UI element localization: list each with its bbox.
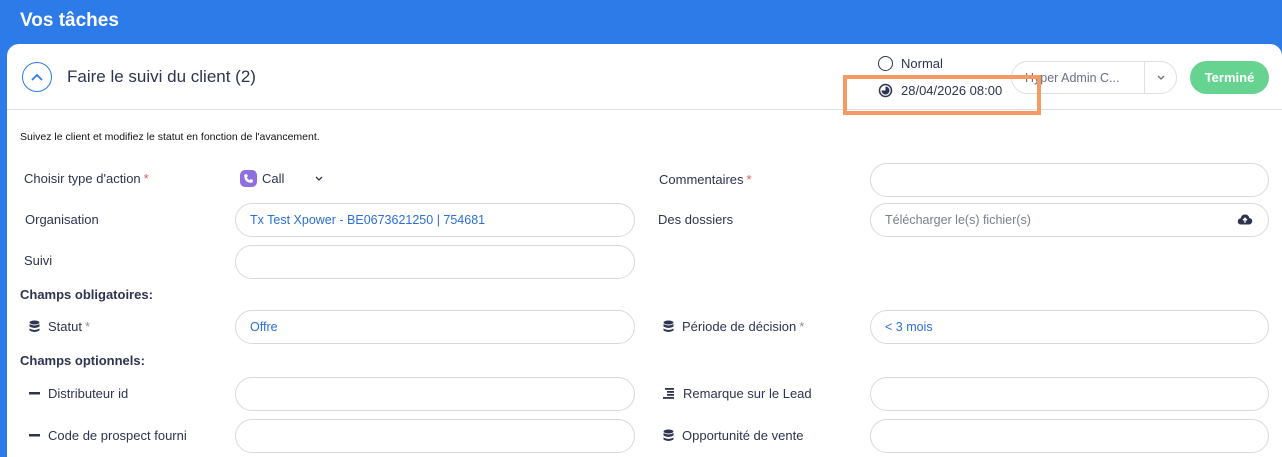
opportunity-label: Opportunité de vente bbox=[663, 428, 803, 443]
phone-icon bbox=[240, 170, 257, 187]
minus-icon bbox=[29, 434, 40, 437]
distributor-id-input[interactable] bbox=[235, 377, 635, 411]
chevron-down-icon bbox=[315, 176, 323, 181]
chevron-down-icon[interactable] bbox=[1144, 62, 1176, 93]
optional-fields-heading: Champs optionnels: bbox=[20, 353, 145, 368]
chevron-up-icon bbox=[31, 73, 43, 81]
action-type-value: Call bbox=[262, 171, 285, 186]
action-type-select[interactable]: Call bbox=[240, 170, 323, 187]
followup-label: Suivi bbox=[24, 253, 53, 268]
decision-period-label: Période de décision * bbox=[663, 319, 804, 334]
priority-option[interactable]: Normal bbox=[878, 56, 943, 71]
cloud-upload-icon[interactable] bbox=[1237, 213, 1253, 226]
comments-input[interactable] bbox=[870, 163, 1269, 197]
comments-label: Commentaires * bbox=[659, 172, 752, 187]
text-align-icon bbox=[663, 388, 674, 399]
files-label: Des dossiers bbox=[658, 212, 734, 227]
top-bar: Vos tâches bbox=[0, 0, 1282, 44]
status-input[interactable]: Offre bbox=[235, 310, 635, 344]
followup-input[interactable] bbox=[235, 245, 635, 279]
task-header: Faire le suivi du client (2) Normal 28/0… bbox=[7, 44, 1282, 110]
file-upload-placeholder: Télécharger le(s) fichier(s) bbox=[885, 213, 1031, 227]
priority-label: Normal bbox=[901, 56, 943, 71]
page-title: Vos tâches bbox=[20, 10, 119, 31]
decision-period-input[interactable]: < 3 mois bbox=[870, 310, 1269, 344]
minus-icon bbox=[29, 392, 40, 395]
radio-icon bbox=[878, 56, 893, 71]
database-icon bbox=[663, 320, 674, 332]
collapse-button[interactable] bbox=[22, 62, 52, 92]
required-fields-heading: Champs obligatoires: bbox=[20, 287, 153, 302]
opportunity-input[interactable] bbox=[870, 419, 1269, 453]
task-description: Suivez le client et modifiez le statut e… bbox=[20, 131, 320, 143]
organisation-label: Organisation bbox=[25, 212, 99, 227]
lead-note-label: Remarque sur le Lead bbox=[663, 386, 812, 401]
database-icon bbox=[29, 320, 40, 332]
prospect-code-label: Code de prospect fourni bbox=[29, 428, 187, 443]
lead-note-input[interactable] bbox=[870, 377, 1269, 411]
done-button[interactable]: Terminé bbox=[1190, 61, 1269, 94]
status-label: Statut * bbox=[29, 319, 90, 334]
action-type-label: Choisir type d'action * bbox=[24, 171, 149, 186]
highlight-annotation bbox=[843, 75, 1041, 115]
task-card: Faire le suivi du client (2) Normal 28/0… bbox=[7, 44, 1282, 457]
prospect-code-input[interactable] bbox=[235, 419, 635, 453]
task-title: Faire le suivi du client (2) bbox=[67, 67, 256, 86]
database-icon bbox=[663, 429, 674, 441]
organisation-input[interactable]: Tx Test Xpower - BE0673621250 | 754681 bbox=[235, 203, 635, 237]
file-upload-field[interactable]: Télécharger le(s) fichier(s) bbox=[870, 203, 1269, 237]
distributor-id-label: Distributeur id bbox=[29, 386, 128, 401]
